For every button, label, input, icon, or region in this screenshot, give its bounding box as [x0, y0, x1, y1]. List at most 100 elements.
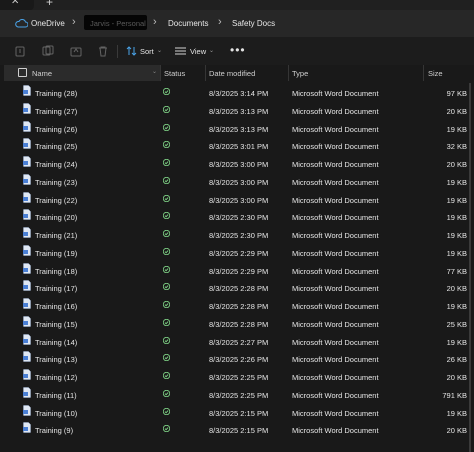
table-row[interactable]: Training (9) 8/3/2025 2:15 PM Microsoft Wo… — [0, 420, 474, 437]
word-document-icon — [23, 351, 31, 362]
table-row[interactable]: Training (13) 8/3/2025 2:26 PM Microsoft W… — [0, 349, 474, 366]
file-name[interactable]: Training (9) — [35, 426, 73, 435]
file-name[interactable]: Training (10) — [35, 409, 77, 418]
table-row[interactable]: Training (11) 8/3/2025 2:25 PM Microsoft W… — [0, 385, 474, 402]
file-name[interactable]: Training (22) — [35, 196, 77, 205]
word-document-icon — [23, 316, 31, 327]
cut-icon[interactable] — [14, 45, 26, 57]
file-name[interactable]: Training (27) — [35, 107, 77, 116]
synced-check-icon — [163, 247, 170, 255]
file-name[interactable]: Training (16) — [35, 302, 77, 311]
synced-check-icon — [163, 212, 170, 220]
breadcrumb-account[interactable]: Jarvis - Personal — [84, 15, 147, 30]
file-name[interactable]: Training (19) — [35, 249, 77, 258]
column-header-size[interactable]: Size — [428, 69, 443, 78]
chevron-down-icon[interactable]: ⌄ — [157, 47, 162, 54]
file-type: Microsoft Word Document — [292, 160, 379, 169]
table-row[interactable]: Training (28) 8/3/2025 3:14 PM Microsoft W… — [0, 83, 474, 100]
file-name[interactable]: Training (20) — [35, 213, 77, 222]
table-row[interactable]: Training (21) 8/3/2025 2:30 PM Microsoft W… — [0, 225, 474, 242]
file-name[interactable]: Training (17) — [35, 284, 77, 293]
column-header-type[interactable]: Type — [292, 69, 308, 78]
column-header-row: Name ⌄ Status Date modified Type Size — [0, 65, 474, 81]
word-document-icon — [23, 262, 31, 274]
column-separator[interactable] — [160, 65, 161, 81]
breadcrumb-onedrive[interactable]: OneDrive — [31, 19, 65, 28]
column-separator[interactable] — [205, 65, 206, 81]
table-row[interactable]: Training (22) 8/3/2025 3:00 PM Microsoft W… — [0, 190, 474, 207]
file-date-modified: 8/3/2025 3:13 PM — [209, 124, 269, 134]
word-document-icon — [23, 209, 31, 220]
table-row[interactable]: Training (19) 8/3/2025 2:29 PM Microsoft W… — [0, 243, 474, 260]
copy-icon[interactable] — [42, 45, 54, 57]
table-row[interactable]: Training (18) 8/3/2025 2:29 PM Microsoft W… — [0, 261, 474, 278]
table-row[interactable]: Training (24) 8/3/2025 3:00 PM Microsoft W… — [0, 154, 474, 171]
column-separator[interactable] — [288, 65, 289, 81]
table-row[interactable]: Training (23) 8/3/2025 3:00 PM Microsoft W… — [0, 172, 474, 189]
breadcrumb-documents[interactable]: Documents — [168, 19, 208, 28]
file-size: 19 KB — [446, 124, 467, 134]
file-date-modified: 8/3/2025 2:25 PM — [209, 390, 269, 400]
view-button[interactable]: View — [190, 47, 206, 56]
file-size: 77 KB — [446, 266, 467, 276]
new-tab-button[interactable]: + — [46, 0, 53, 9]
vertical-scrollbar[interactable] — [469, 83, 471, 452]
chevron-right-icon[interactable]: › — [153, 16, 157, 28]
synced-check-icon — [163, 230, 170, 237]
chevron-right-icon[interactable]: › — [218, 16, 222, 28]
table-row[interactable]: Training (25) 8/3/2025 3:01 PM Microsoft W… — [0, 136, 474, 153]
file-name[interactable]: Training (13) — [35, 355, 77, 364]
file-name[interactable]: Training (15) — [35, 320, 77, 329]
column-header-status[interactable]: Status — [164, 69, 185, 78]
active-tab[interactable]: ✕ — [0, 0, 34, 10]
delete-icon[interactable] — [97, 45, 109, 57]
file-name[interactable]: Training (24) — [35, 160, 77, 169]
file-size: 20 KB — [446, 160, 467, 169]
file-type: Microsoft Word Document — [292, 355, 379, 365]
chevron-right-icon[interactable]: › — [72, 16, 76, 28]
word-document-icon — [23, 387, 31, 398]
table-row[interactable]: Training (17) 8/3/2025 2:28 PM Microsoft W… — [0, 278, 474, 295]
word-document-icon — [23, 120, 31, 132]
file-size: 19 KB — [446, 302, 467, 311]
file-name[interactable]: Training (26) — [35, 125, 77, 134]
table-row[interactable]: Training (27) 8/3/2025 3:13 PM Microsoft W… — [0, 101, 474, 118]
synced-check-icon — [163, 123, 170, 131]
file-name[interactable]: Training (28) — [35, 89, 77, 98]
column-separator[interactable] — [423, 65, 424, 81]
toolbar-divider — [117, 45, 118, 58]
sort-icon[interactable] — [126, 46, 137, 56]
select-all-checkbox[interactable] — [18, 68, 27, 77]
synced-check-icon — [163, 389, 170, 397]
breadcrumb-safety-docs[interactable]: Safety Docs — [232, 19, 275, 28]
file-name[interactable]: Training (23) — [35, 178, 77, 187]
close-tab-icon[interactable]: ✕ — [11, 0, 19, 7]
table-row[interactable]: Training (12) 8/3/2025 2:25 PM Microsoft W… — [0, 367, 474, 384]
table-row[interactable]: Training (10) 8/3/2025 2:15 PM Microsoft W… — [0, 403, 474, 420]
word-document-icon — [23, 156, 31, 167]
sort-button[interactable]: Sort — [140, 47, 154, 56]
word-document-icon — [23, 227, 31, 238]
table-row[interactable]: Training (20) 8/3/2025 2:30 PM Microsoft W… — [0, 207, 474, 224]
file-type: Microsoft Word Document — [292, 284, 379, 294]
more-options-button[interactable]: ••• — [230, 43, 246, 57]
file-name[interactable]: Training (12) — [35, 373, 77, 382]
synced-check-icon — [163, 354, 170, 362]
file-name[interactable]: Training (11) — [35, 391, 77, 400]
file-name[interactable]: Training (18) — [35, 267, 77, 276]
file-size: 25 KB — [446, 319, 467, 329]
file-name[interactable]: Training (25) — [35, 142, 77, 151]
column-header-date[interactable]: Date modified — [209, 69, 255, 78]
table-row[interactable]: Training (26) 8/3/2025 3:13 PM Microsoft W… — [0, 119, 474, 136]
file-name[interactable]: Training (14) — [35, 338, 77, 347]
file-name[interactable]: Training (21) — [35, 231, 77, 240]
column-header-name[interactable]: Name — [32, 69, 52, 78]
table-row[interactable]: Training (15) 8/3/2025 2:28 PM Microsoft W… — [0, 314, 474, 331]
synced-check-icon — [163, 301, 170, 308]
chevron-down-icon[interactable]: ⌄ — [209, 47, 214, 54]
table-row[interactable]: Training (14) 8/3/2025 2:27 PM Microsoft W… — [0, 332, 474, 349]
view-icon[interactable] — [175, 47, 186, 55]
share-icon[interactable] — [70, 45, 82, 57]
file-date-modified: 8/3/2025 3:14 PM — [209, 89, 269, 98]
table-row[interactable]: Training (16) 8/3/2025 2:28 PM Microsoft W… — [0, 296, 474, 313]
